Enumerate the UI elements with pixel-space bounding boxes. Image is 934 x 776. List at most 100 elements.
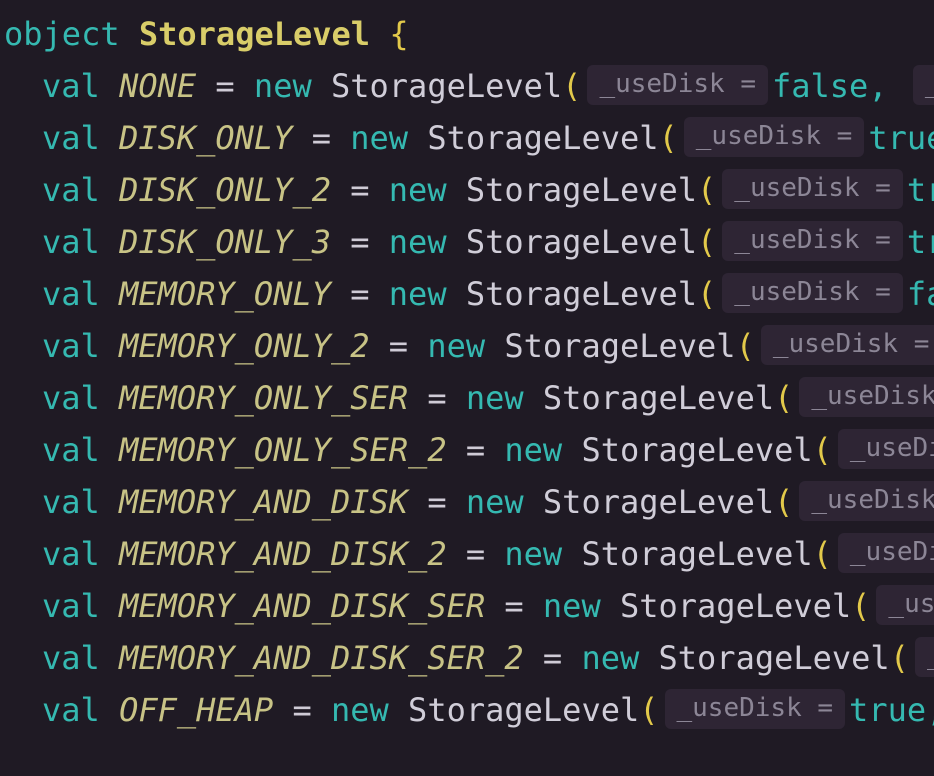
val-keyword: val — [42, 483, 100, 521]
param-inlay-hint: _useDisk = — [799, 377, 934, 417]
type-name: StorageLevel — [504, 327, 736, 365]
param-inlay-hint: _useDisk = — [722, 273, 903, 313]
val-keyword: val — [42, 379, 100, 417]
val-keyword: val — [42, 67, 100, 105]
new-keyword: new — [504, 431, 563, 469]
type-name: StorageLevel — [542, 483, 775, 521]
open-paren: ( — [774, 483, 794, 521]
val-keyword: val — [42, 587, 100, 625]
type-name: StorageLevel — [658, 639, 890, 677]
code-line-disk-only-2: val DISK_ONLY_2 = new StorageLevel(_useD… — [42, 164, 934, 216]
equals-sign: = — [465, 535, 486, 573]
constant-name: DISK_ONLY_3 — [119, 223, 331, 261]
object-name: StorageLevel — [138, 15, 371, 53]
type-name: StorageLevel — [330, 67, 563, 105]
code-line-none: val NONE = new StorageLevel(_useDisk = fa… — [42, 60, 934, 112]
code-line-memory-and-disk-2: val MEMORY_AND_DISK_2 = new StorageLevel… — [42, 528, 934, 580]
equals-sign: = — [350, 275, 370, 313]
constant-name: MEMORY_ONLY_SER_2 — [119, 431, 447, 469]
type-name: StorageLevel — [465, 171, 698, 209]
constant-name: DISK_ONLY_2 — [119, 171, 331, 209]
param-inlay-hint: _useDisk = — [683, 117, 865, 157]
type-name: StorageLevel — [581, 431, 813, 469]
param-inlay-hint: _useDisk = — [914, 637, 934, 677]
constant-name: NONE — [119, 67, 197, 105]
open-paren: ( — [812, 431, 832, 469]
equals-sign: = — [542, 639, 563, 677]
new-keyword: new — [253, 67, 312, 105]
param-inlay-hint: _useDisk = — [722, 169, 903, 209]
type-name: StorageLevel — [408, 691, 640, 729]
constant-name: OFF_HEAP — [119, 691, 274, 729]
val-keyword: val — [42, 275, 100, 313]
object-keyword: object — [4, 15, 120, 53]
type-name: StorageLevel — [427, 119, 659, 157]
constant-name: MEMORY_AND_DISK — [119, 483, 409, 521]
new-keyword: new — [388, 223, 447, 261]
code-line-off-heap: val OFF_HEAP = new StorageLevel(_useDisk… — [42, 684, 934, 736]
equals-sign: = — [504, 587, 524, 625]
open-paren: ( — [735, 327, 755, 365]
param-inlay-hint: _useDisk = — [664, 689, 846, 729]
new-keyword: new — [581, 639, 640, 677]
code-line-disk-only: val DISK_ONLY = new StorageLevel(_useDis… — [42, 112, 934, 164]
param-inlay-hint: _u — [912, 65, 934, 105]
new-keyword: new — [330, 691, 389, 729]
new-keyword: new — [504, 535, 563, 573]
code-line-memory-only-ser: val MEMORY_ONLY_SER = new StorageLevel(_… — [42, 372, 934, 424]
open-paren: ( — [851, 587, 871, 625]
new-keyword: new — [465, 379, 524, 417]
val-keyword: val — [42, 639, 100, 677]
param-inlay-hint: _useDisk = — [760, 325, 934, 365]
code-line-memory-and-disk: val MEMORY_AND_DISK = new StorageLevel(_… — [42, 476, 934, 528]
boolean-literal: true, — [849, 691, 934, 729]
open-paren: ( — [639, 691, 659, 729]
code-line-memory-and-disk-ser-2: val MEMORY_AND_DISK_SER_2 = new StorageL… — [42, 632, 934, 684]
val-keyword: val — [42, 535, 100, 573]
open-paren: ( — [697, 275, 717, 313]
equals-sign: = — [292, 691, 312, 729]
new-keyword: new — [542, 587, 601, 625]
boolean-literal: false, — [771, 67, 888, 105]
constant-name: MEMORY_ONLY_SER — [119, 379, 409, 417]
open-paren: ( — [562, 67, 582, 105]
val-keyword: val — [42, 327, 100, 365]
val-keyword: val — [42, 223, 100, 261]
param-inlay-hint: _useDisk = — [587, 65, 768, 105]
code-line-disk-only-3: val DISK_ONLY_3 = new StorageLevel(_useD… — [42, 216, 934, 268]
type-name: StorageLevel — [465, 275, 698, 313]
equals-sign: = — [215, 67, 235, 105]
val-keyword: val — [42, 691, 100, 729]
open-paren: ( — [889, 639, 909, 677]
param-inlay-hint: _useDisk = — [799, 481, 934, 521]
param-inlay-hint: _useDisk = — [837, 429, 934, 469]
code-line-memory-only-2: val MEMORY_ONLY_2 = new StorageLevel(_us… — [42, 320, 934, 372]
constant-name: MEMORY_ONLY — [119, 275, 331, 313]
open-paren: ( — [774, 379, 794, 417]
new-keyword: new — [465, 483, 524, 521]
code-line-memory-only: val MEMORY_ONLY = new StorageLevel(_useD… — [42, 268, 934, 320]
equals-sign: = — [350, 171, 370, 209]
constant-name: MEMORY_AND_DISK_2 — [119, 535, 447, 573]
code-line-object-declaration: object StorageLevel { — [4, 8, 409, 60]
param-inlay-hint: _useDisk = — [837, 533, 934, 573]
new-keyword: new — [388, 171, 447, 209]
new-keyword: new — [427, 327, 486, 365]
constant-name: MEMORY_AND_DISK_SER_2 — [119, 639, 524, 677]
equals-sign: = — [427, 379, 447, 417]
new-keyword: new — [388, 275, 447, 313]
code-editor[interactable]: object StorageLevel { val NONE = new Sto… — [0, 0, 934, 776]
type-name: StorageLevel — [581, 535, 813, 573]
equals-sign: = — [427, 483, 447, 521]
code-line-memory-only-ser-2: val MEMORY_ONLY_SER_2 = new StorageLevel… — [42, 424, 934, 476]
open-paren: ( — [697, 171, 717, 209]
open-paren: ( — [697, 223, 717, 261]
new-keyword: new — [350, 119, 409, 157]
equals-sign: = — [388, 327, 409, 365]
param-inlay-hint: _useDisk = — [722, 221, 903, 261]
param-inlay-hint: _useDisk = — [876, 585, 934, 625]
val-keyword: val — [42, 171, 100, 209]
equals-sign: = — [311, 119, 331, 157]
constant-name: MEMORY_AND_DISK_SER — [119, 587, 486, 625]
boolean-literal: tru — [906, 171, 934, 209]
